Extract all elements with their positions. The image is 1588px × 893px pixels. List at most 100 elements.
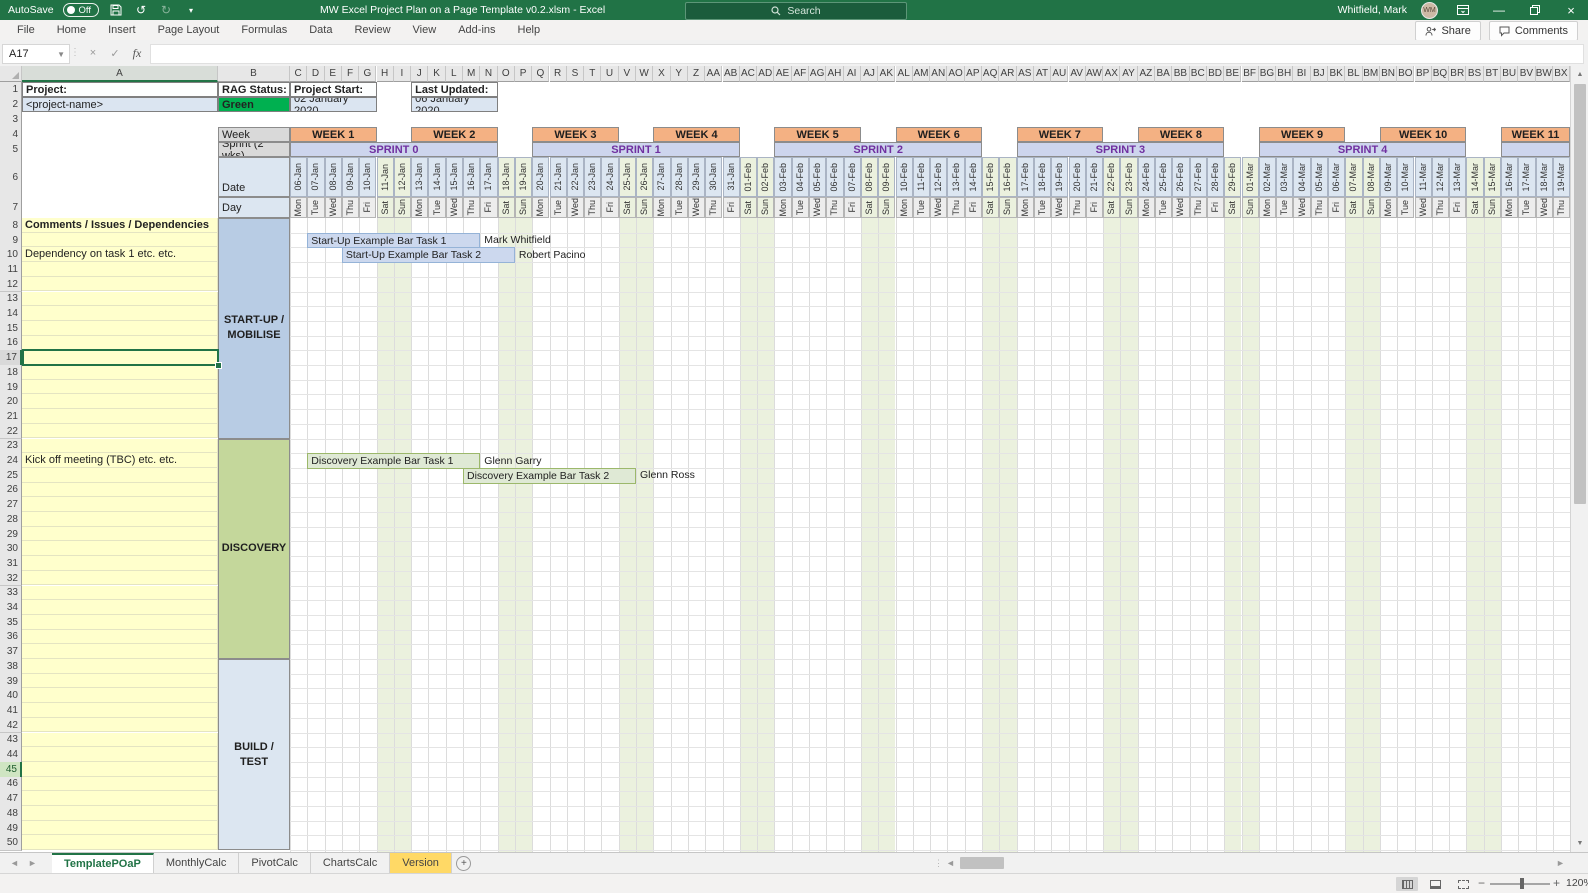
date-cell[interactable]: 11-Feb	[913, 157, 930, 197]
column-header[interactable]: H	[377, 66, 394, 82]
comment-cell[interactable]	[22, 733, 218, 748]
day-cell[interactable]: Sun	[1120, 197, 1137, 218]
row-header-29[interactable]: 29	[0, 527, 22, 543]
date-cell[interactable]: 04-Mar	[1293, 157, 1310, 197]
day-cell[interactable]: Wed	[325, 197, 342, 218]
ribbon-display-options-icon[interactable]	[1452, 0, 1474, 20]
maximize-button[interactable]	[1524, 0, 1546, 20]
column-header[interactable]: I	[394, 66, 411, 82]
column-header[interactable]: BU	[1501, 66, 1518, 82]
row-header-32[interactable]: 32	[0, 571, 22, 587]
day-cell[interactable]: Thu	[826, 197, 843, 218]
column-header[interactable]: BP	[1415, 66, 1432, 82]
date-cell[interactable]: 07-Jan	[307, 157, 324, 197]
column-header[interactable]: K	[428, 66, 445, 82]
row-header-33[interactable]: 33	[0, 586, 22, 602]
date-cell[interactable]: 22-Jan	[567, 157, 584, 197]
comment-cell[interactable]	[22, 659, 218, 674]
ribbon-tab-home[interactable]: Home	[46, 20, 97, 40]
comment-cell[interactable]: Kick off meeting (TBC) etc. etc.	[22, 453, 218, 468]
day-cell[interactable]: Fri	[1086, 197, 1103, 218]
column-header[interactable]: X	[653, 66, 670, 82]
task-bar[interactable]: Discovery Example Bar Task 1	[307, 453, 480, 469]
date-cell[interactable]: 06-Mar	[1328, 157, 1345, 197]
row-header-14[interactable]: 14	[0, 306, 22, 322]
date-cell[interactable]: 09-Mar	[1380, 157, 1397, 197]
day-cell[interactable]: Sat	[619, 197, 636, 218]
column-header[interactable]: BS	[1466, 66, 1483, 82]
column-header[interactable]: AC	[740, 66, 757, 82]
comment-cell[interactable]	[22, 777, 218, 792]
day-cell[interactable]: Tue	[1397, 197, 1414, 218]
ribbon-tab-formulas[interactable]: Formulas	[230, 20, 298, 40]
date-cell[interactable]: 07-Mar	[1345, 157, 1362, 197]
day-cell[interactable]: Thu	[1432, 197, 1449, 218]
date-cell[interactable]: 10-Jan	[359, 157, 376, 197]
day-cell[interactable]: Wed	[446, 197, 463, 218]
date-cell[interactable]: 28-Feb	[1207, 157, 1224, 197]
sprint-band[interactable]	[1501, 142, 1570, 157]
column-header[interactable]: AA	[705, 66, 722, 82]
day-cell[interactable]: Mon	[774, 197, 791, 218]
week-row-label-cell[interactable]: Week	[218, 127, 290, 142]
hscroll-left-icon[interactable]: ◄	[946, 853, 955, 873]
row-header-5[interactable]: 5	[0, 142, 22, 158]
row-header-9[interactable]: 9	[0, 233, 22, 249]
day-cell[interactable]: Sat	[740, 197, 757, 218]
sprint-band[interactable]: SPRINT 4	[1259, 142, 1467, 157]
normal-view-button[interactable]	[1396, 877, 1418, 891]
day-cell[interactable]: Tue	[671, 197, 688, 218]
week-band[interactable]: WEEK 4	[653, 127, 740, 142]
column-header[interactable]: AB	[723, 66, 740, 82]
user-name[interactable]: Whitfield, Mark	[1338, 4, 1407, 16]
day-cell[interactable]: Thu	[1069, 197, 1086, 218]
sheet-tab-chartscalc[interactable]: ChartsCalc	[311, 853, 390, 873]
ribbon-tab-add-ins[interactable]: Add-ins	[447, 20, 506, 40]
day-cell[interactable]: Mon	[411, 197, 428, 218]
row-header-37[interactable]: 37	[0, 644, 22, 660]
column-header[interactable]: BM	[1363, 66, 1380, 82]
horizontal-scroll-thumb[interactable]	[960, 857, 1004, 869]
row-header-24[interactable]: 24	[0, 453, 22, 469]
column-header[interactable]: F	[342, 66, 359, 82]
row-header-6[interactable]: 6	[0, 157, 22, 198]
day-cell[interactable]: Sun	[636, 197, 653, 218]
comment-cell[interactable]	[22, 791, 218, 806]
date-cell[interactable]: 24-Jan	[601, 157, 618, 197]
column-header[interactable]: AP	[965, 66, 982, 82]
date-cell[interactable]: 03-Feb	[774, 157, 791, 197]
row-header-17[interactable]: 17	[0, 350, 22, 366]
comment-cell[interactable]	[22, 336, 218, 351]
row-header-47[interactable]: 47	[0, 791, 22, 807]
column-header[interactable]: BW	[1536, 66, 1553, 82]
comment-cell[interactable]	[22, 350, 218, 365]
column-header[interactable]: M	[463, 66, 480, 82]
column-header[interactable]: BX	[1553, 66, 1570, 82]
day-cell[interactable]: Fri	[1207, 197, 1224, 218]
date-cell[interactable]: 16-Feb	[999, 157, 1016, 197]
ribbon-tab-data[interactable]: Data	[298, 20, 343, 40]
project-start-value-cell[interactable]: 02 January 2020	[290, 97, 377, 112]
vertical-scroll-thumb[interactable]	[1574, 84, 1586, 504]
tab-split-handle[interactable]: ⋮	[934, 853, 943, 873]
date-cell[interactable]: 01-Feb	[740, 157, 757, 197]
day-cell[interactable]: Tue	[913, 197, 930, 218]
row-header-45[interactable]: 45	[0, 762, 22, 778]
date-cell[interactable]: 14-Mar	[1466, 157, 1483, 197]
date-cell[interactable]: 14-Jan	[428, 157, 445, 197]
comment-cell[interactable]	[22, 424, 218, 439]
column-header[interactable]: O	[498, 66, 515, 82]
column-header[interactable]: AZ	[1138, 66, 1155, 82]
day-cell[interactable]: Tue	[1276, 197, 1293, 218]
day-cell[interactable]: Sat	[982, 197, 999, 218]
zoom-level[interactable]: 120%	[1566, 877, 1588, 889]
last-updated-label-cell[interactable]: Last Updated:	[411, 82, 498, 97]
comment-cell[interactable]	[22, 468, 218, 483]
sheet-tab-pivotcalc[interactable]: PivotCalc	[239, 853, 310, 873]
column-header[interactable]: AK	[878, 66, 895, 82]
row-header-38[interactable]: 38	[0, 659, 22, 675]
date-cell[interactable]: 11-Mar	[1415, 157, 1432, 197]
day-cell[interactable]: Wed	[1172, 197, 1189, 218]
comment-cell[interactable]	[22, 380, 218, 395]
comment-cell[interactable]	[22, 292, 218, 307]
